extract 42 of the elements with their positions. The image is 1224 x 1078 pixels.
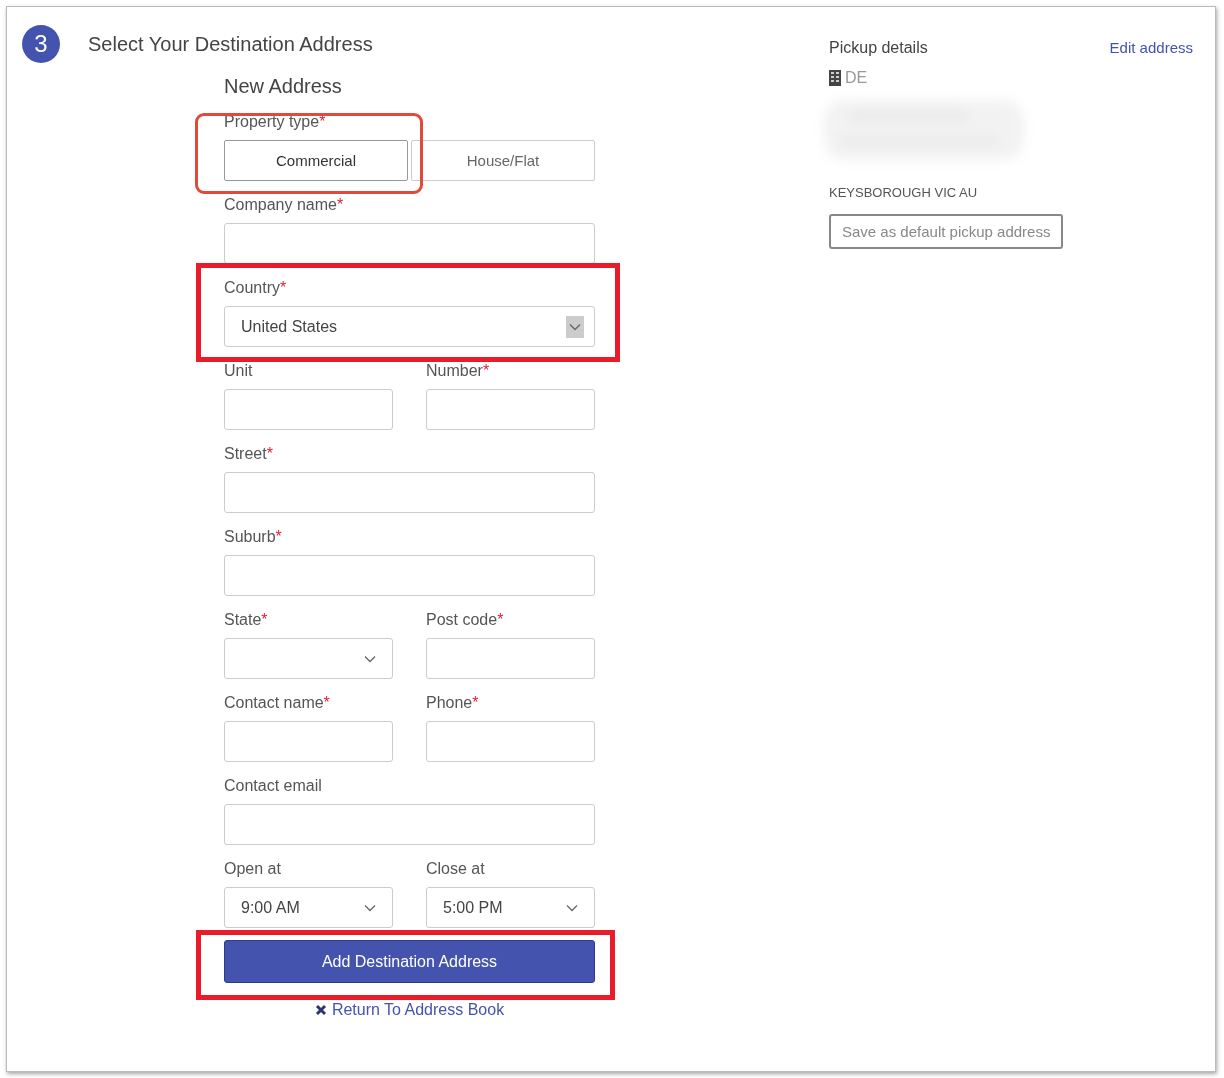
field-label: Country* bbox=[224, 278, 288, 298]
save-default-button[interactable]: Save as default pickup address bbox=[829, 214, 1064, 249]
field-label: Contact name* bbox=[224, 693, 331, 713]
section-title: Select Your Destination Address bbox=[88, 32, 373, 56]
add-address-button[interactable]: Add Destination Address bbox=[224, 940, 595, 983]
pickup-locality: KEYSBOROUGH VIC AU bbox=[829, 185, 979, 200]
field-label: Phone* bbox=[426, 693, 480, 713]
field-label: Number* bbox=[426, 361, 491, 381]
close-icon bbox=[314, 1004, 327, 1016]
chevron-icon bbox=[569, 322, 581, 331]
field-label: Unit bbox=[224, 361, 254, 381]
field-label: Contact email bbox=[224, 776, 323, 796]
option-button[interactable]: Commercial bbox=[224, 140, 408, 181]
field-label: Suburb* bbox=[224, 527, 283, 547]
field-label: Company name* bbox=[224, 195, 345, 215]
form-heading: New Address bbox=[224, 75, 343, 98]
dropdown-field[interactable]: 5:00 PM bbox=[426, 887, 595, 928]
step-number: 3 bbox=[22, 25, 60, 63]
field-label: Close at bbox=[426, 859, 486, 879]
field-label: Street* bbox=[224, 444, 274, 464]
text-field[interactable] bbox=[224, 555, 595, 596]
dropdown-button[interactable] bbox=[566, 315, 584, 338]
text-field[interactable] bbox=[224, 472, 595, 513]
field-label: State* bbox=[224, 610, 269, 630]
panel-title: Pickup details bbox=[829, 39, 928, 57]
edit-link[interactable]: Edit address bbox=[1109, 39, 1193, 56]
text-field[interactable] bbox=[224, 804, 595, 845]
return-link[interactable]: Return To Address Book bbox=[314, 1001, 505, 1019]
dropdown-field[interactable]: 9:00 AM bbox=[224, 887, 393, 928]
field-label: Open at bbox=[224, 859, 282, 879]
company-name: DE bbox=[845, 69, 868, 87]
text-field[interactable] bbox=[224, 721, 393, 762]
option-button[interactable]: House/Flat bbox=[411, 140, 595, 181]
text-field[interactable] bbox=[426, 721, 595, 762]
field-label: Post code* bbox=[426, 610, 505, 630]
dropdown-field[interactable]: United States bbox=[224, 306, 595, 347]
text-field[interactable] bbox=[224, 389, 393, 430]
text-field[interactable] bbox=[426, 389, 595, 430]
dropdown-field[interactable] bbox=[224, 638, 393, 679]
text-field[interactable] bbox=[426, 638, 595, 679]
text-field[interactable] bbox=[224, 223, 595, 264]
building-icon bbox=[829, 70, 841, 86]
